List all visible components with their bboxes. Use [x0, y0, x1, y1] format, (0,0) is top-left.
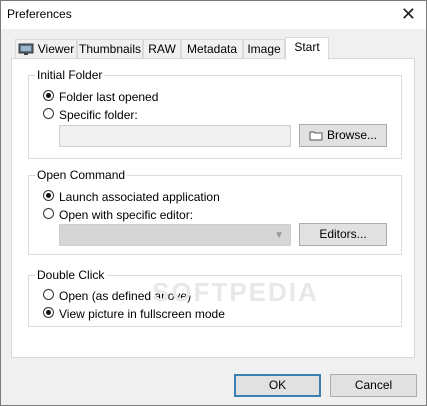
- radio-circle: [43, 208, 54, 219]
- tab-image[interactable]: Image: [243, 39, 285, 58]
- tab-start-label: Start: [294, 40, 320, 54]
- folder-icon: [309, 131, 323, 141]
- open-command-group: Open Command Launch associated applicati…: [28, 168, 402, 255]
- start-tab-panel: Initial Folder Folder last opened Specif…: [11, 58, 415, 358]
- tab-raw-label: RAW: [148, 42, 176, 56]
- close-icon[interactable]: ✕: [401, 4, 416, 24]
- radio-circle: [43, 307, 54, 318]
- tab-metadata[interactable]: Metadata: [181, 39, 243, 58]
- softpedia-watermark: SOFTPEDIA: [152, 277, 319, 307]
- window-title: Preferences: [7, 7, 72, 21]
- initial-folder-group: Initial Folder Folder last opened Specif…: [28, 68, 402, 159]
- browse-button[interactable]: Browse...: [299, 124, 387, 147]
- chevron-down-icon: ▼: [274, 230, 284, 241]
- tab-image-label: Image: [247, 42, 281, 56]
- tab-raw[interactable]: RAW: [143, 39, 181, 58]
- open-command-legend: Open Command: [35, 168, 128, 182]
- browse-button-label: Browse...: [326, 128, 377, 142]
- initial-folder-legend: Initial Folder: [35, 68, 105, 82]
- ok-button-label: OK: [268, 378, 287, 392]
- cancel-button-label: Cancel: [354, 378, 393, 392]
- tab-viewer[interactable]: Viewer: [15, 39, 77, 58]
- specific-folder-path-input[interactable]: [59, 125, 291, 147]
- radio-circle: [43, 90, 54, 101]
- tab-thumbnails[interactable]: Thumbnails: [77, 39, 143, 58]
- double-click-legend: Double Click: [35, 268, 107, 282]
- radio-label: View picture in fullscreen mode: [59, 307, 225, 321]
- monitor-icon: [18, 43, 34, 56]
- cancel-button[interactable]: Cancel: [330, 374, 417, 397]
- radio-circle: [43, 289, 54, 300]
- editors-button-label: Editors...: [319, 227, 367, 241]
- tab-start[interactable]: Start: [285, 37, 329, 60]
- radio-circle: [43, 108, 54, 119]
- tab-thumbnails-label: Thumbnails: [78, 42, 142, 56]
- preferences-dialog: Preferences ✕ Viewer Thumbnails RAW Meta…: [0, 0, 427, 406]
- editors-button[interactable]: Editors...: [299, 223, 387, 246]
- title-bar: Preferences ✕: [1, 1, 426, 29]
- radio-label: Launch associated application: [59, 190, 220, 204]
- editor-select[interactable]: ▼: [59, 224, 291, 246]
- radio-circle: [43, 190, 54, 201]
- radio-label: Open with specific editor:: [59, 208, 194, 222]
- radio-label: Specific folder:: [59, 108, 138, 122]
- ok-button[interactable]: OK: [234, 374, 321, 397]
- radio-label: Folder last opened: [59, 90, 159, 104]
- tab-metadata-label: Metadata: [186, 42, 238, 56]
- tab-viewer-label: Viewer: [37, 42, 75, 56]
